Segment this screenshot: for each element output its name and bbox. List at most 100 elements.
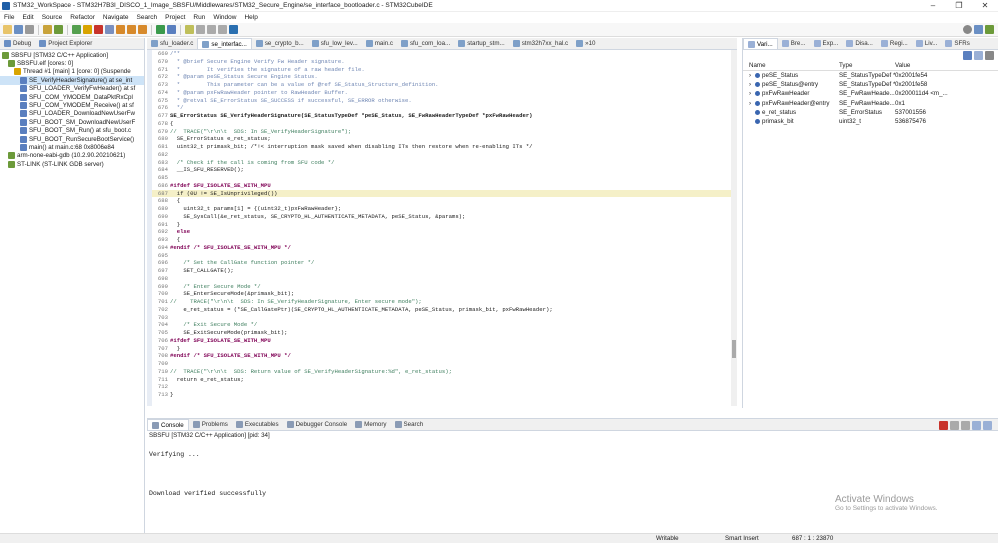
bottom-panel-tab[interactable]: Console	[147, 419, 189, 430]
editor-tab[interactable]: startup_stm...	[454, 38, 508, 49]
code-line[interactable]: 701// TRACE("\r\n\t SDS: In SE_VerifyHea…	[152, 298, 732, 306]
bottom-panel-tab[interactable]: Executables	[232, 419, 283, 430]
code-line[interactable]: 697 SET_CALLGATE();	[152, 267, 732, 275]
debug-tree-item[interactable]: SBSFU [STM32 C/C++ Application]	[0, 51, 144, 59]
remove-launch-icon[interactable]	[950, 421, 959, 430]
debug-tree-item[interactable]: SFU_LOADER_DownloadNewUserFw	[0, 110, 144, 118]
code-line[interactable]: 672 * @param peSE_Status Secure Engine S…	[152, 73, 732, 81]
code-line[interactable]: 675 * @retval SE_ErrorStatus SE_SUCCESS …	[152, 97, 732, 105]
col-name[interactable]: Name	[743, 62, 839, 69]
left-panel-tab[interactable]: Project Explorer	[35, 38, 96, 49]
terminate-icon[interactable]	[94, 25, 103, 34]
code-line[interactable]: 676 */	[152, 104, 732, 112]
debug-perspective-icon[interactable]	[985, 25, 994, 34]
code-line[interactable]: 710// TRACE("\r\n\t SDS: Return value of…	[152, 368, 732, 376]
code-line[interactable]: 695	[152, 252, 732, 260]
menu-item-run[interactable]: Run	[189, 14, 209, 21]
close-icon[interactable]: ✕	[972, 0, 998, 12]
code-line[interactable]: 686 #ifdef SFU_ISOLATE_SE_WITH_MPU	[152, 182, 732, 190]
build-icon[interactable]	[43, 25, 52, 34]
variables-panel-tab[interactable]: Bre...	[778, 38, 810, 49]
debug-tree-item[interactable]: main() at main.c:68 0x8006e84	[0, 143, 144, 151]
menu-item-navigate[interactable]: Navigate	[99, 14, 133, 21]
variables-panel-tab[interactable]: Disa...	[842, 38, 877, 49]
debug-tree-item[interactable]: SBSFU.elf [cores: 0]	[0, 59, 144, 68]
code-line[interactable]: 698	[152, 275, 732, 283]
code-line[interactable]: 673 * This parameter can be a value of @…	[152, 81, 732, 89]
editor-tab[interactable]: sfu_loader.c	[147, 38, 197, 49]
debug-tree-item[interactable]: SE_VerifyHeaderSignature() at se_int	[0, 76, 144, 85]
editor-scrollbar[interactable]	[731, 50, 737, 406]
code-line[interactable]: 713}	[152, 391, 732, 399]
code-line[interactable]: 704 /* Exit Secure Mode */	[152, 321, 732, 329]
code-line[interactable]: 696 /* Set the CallGate function pointer…	[152, 259, 732, 267]
code-line[interactable]: 669/**	[152, 50, 732, 58]
step-over-icon[interactable]	[127, 25, 136, 34]
code-line[interactable]: 691 }	[152, 221, 732, 229]
view-menu-icon[interactable]	[985, 51, 994, 60]
step-into-icon[interactable]	[116, 25, 125, 34]
code-line[interactable]: 683 /* Check if the call is coming from …	[152, 159, 732, 167]
code-line[interactable]: 677 SE_ErrorStatus SE_VerifyHeaderSignatu…	[152, 112, 732, 120]
col-type[interactable]: Type	[839, 62, 895, 69]
debug-tree-item[interactable]: SFU_COM_YMODEM_DataPktRxCpl	[0, 93, 144, 101]
code-line[interactable]: 682	[152, 151, 732, 159]
variable-row[interactable]: e_ret_status SE_ErrorStatus 537001556	[743, 108, 998, 117]
menu-item-refactor[interactable]: Refactor	[66, 14, 99, 21]
search-icon[interactable]	[963, 25, 972, 34]
maximize-icon[interactable]: ❐	[946, 0, 972, 12]
bottom-panel-tab[interactable]: Problems	[189, 419, 232, 430]
code-line[interactable]: 700 SE_EnterSecureMode(&primask_bit);	[152, 290, 732, 298]
debug-tree-item[interactable]: SFU_COM_YMODEM_Receive() at sf	[0, 101, 144, 110]
menu-item-search[interactable]: Search	[133, 14, 162, 21]
expand-arrow-icon[interactable]: ›	[749, 100, 753, 107]
code-line[interactable]: 674 * @param pxFwRawHeader pointer to Ra…	[152, 89, 732, 97]
code-line[interactable]: 685	[152, 174, 732, 182]
resume-icon[interactable]	[72, 25, 81, 34]
editor-tab[interactable]: stm32h7xx_hal.c	[509, 38, 572, 49]
code-line[interactable]: 679// TRACE("\r\n\t SDS: In SE_VerifyHea…	[152, 128, 732, 136]
code-line[interactable]: 702 e_ret_status = (*SE_CallGatePtr)(SE_…	[152, 306, 732, 314]
debug-tree-item[interactable]: SFU_BOOT_SM_DownloadNewUserF	[0, 118, 144, 126]
code-line[interactable]: 671 * It verifies the signature of a raw…	[152, 66, 732, 74]
expand-arrow-icon[interactable]: ›	[749, 81, 753, 88]
next-annotation-icon[interactable]	[196, 25, 205, 34]
variable-row[interactable]: › peSE_Status SE_StatusTypeDef * 0x2001fe54	[743, 71, 998, 80]
code-line[interactable]: 706 #ifdef SFU_ISOLATE_SE_WITH_MPU	[152, 337, 732, 345]
debug-tree-item[interactable]: arm-none-eabi-gdb (10.2.90.20210621)	[0, 152, 144, 160]
save-icon[interactable]	[14, 25, 23, 34]
variable-row[interactable]: › pxFwRawHeader@entry SE_FwRawHeade... 0x1	[743, 99, 998, 108]
back-icon[interactable]	[207, 25, 216, 34]
code-line[interactable]: 680 SE_ErrorStatus e_ret_status;	[152, 135, 732, 143]
code-line[interactable]: 678{	[152, 120, 732, 128]
highlight-icon[interactable]	[185, 25, 194, 34]
code-line[interactable]: 692 else	[152, 228, 732, 236]
debug-tree-item[interactable]: SFU_BOOT_SM_Run() at sfu_boot.c	[0, 127, 144, 135]
debug-tree-item[interactable]: ST-LINK (ST-LINK GDB server)	[0, 160, 144, 168]
menu-item-window[interactable]: Window	[209, 14, 240, 21]
new-icon[interactable]	[3, 25, 12, 34]
clear-console-icon[interactable]	[961, 421, 970, 430]
code-line[interactable]: 684 __IS_SFU_RESERVED();	[152, 166, 732, 174]
collapse-all-icon[interactable]	[974, 51, 983, 60]
display-console-icon[interactable]	[983, 421, 992, 430]
col-value[interactable]: Value	[895, 62, 998, 69]
print-icon[interactable]	[25, 25, 34, 34]
variables-panel-tab[interactable]: Exp...	[810, 38, 843, 49]
code-line[interactable]: 707 }	[152, 345, 732, 353]
code-line[interactable]: 690 SE_SysCall(&e_ret_status, SE_CRYPTO_…	[152, 213, 732, 221]
step-return-icon[interactable]	[138, 25, 147, 34]
left-panel-tab[interactable]: Debug	[0, 38, 35, 49]
code-line[interactable]: 689 uint32_t params[1] = {(uint32_t)pxFw…	[152, 205, 732, 213]
show-types-icon[interactable]	[963, 51, 972, 60]
variables-panel-tab[interactable]: Vari...	[743, 38, 778, 49]
editor-tab[interactable]: se_crypto_b...	[252, 38, 308, 49]
code-line[interactable]: 694 #endif /* SFU_ISOLATE_SE_WITH_MPU */	[152, 244, 732, 252]
bottom-panel-tab[interactable]: Search	[391, 419, 428, 430]
code-line[interactable]: 670 * @brief Secure Engine Verify Fw Hea…	[152, 58, 732, 66]
code-line[interactable]: 688 {	[152, 197, 732, 205]
expand-arrow-icon[interactable]: ›	[749, 90, 753, 97]
menu-item-project[interactable]: Project	[161, 14, 189, 21]
pin-console-icon[interactable]	[972, 421, 981, 430]
editor-tab[interactable]: sfu_low_lev...	[308, 38, 362, 49]
